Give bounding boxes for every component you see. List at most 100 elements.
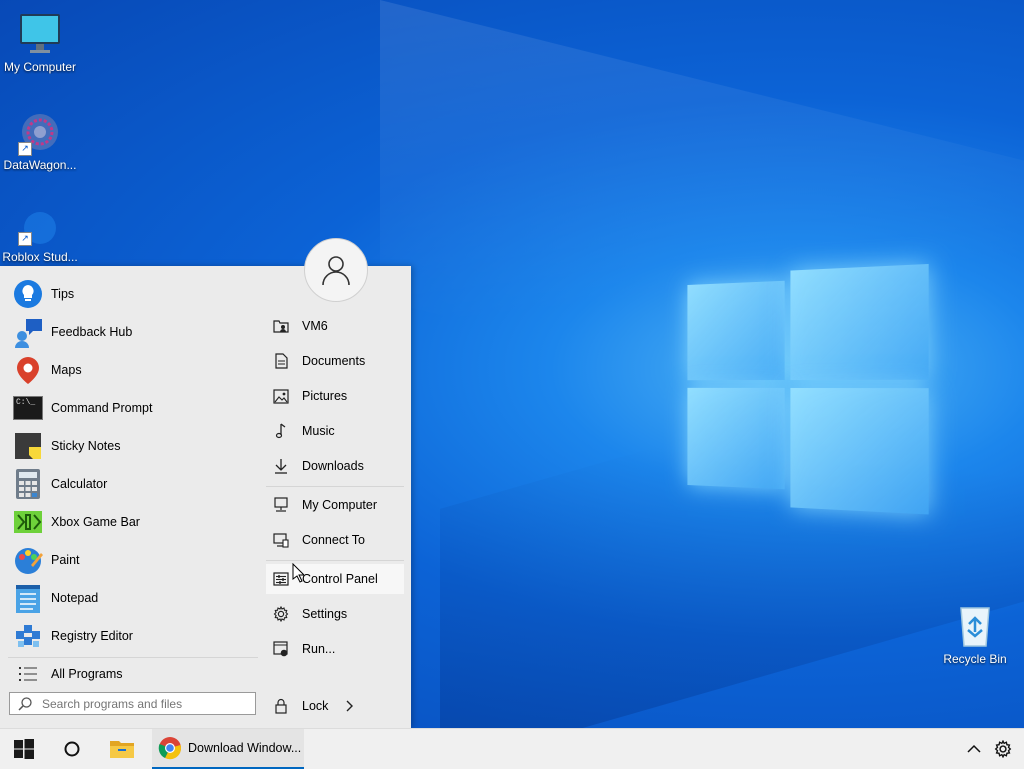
windows-logo-wallpaper <box>687 251 929 518</box>
map-pin-icon <box>12 354 44 386</box>
lightbulb-icon <box>12 278 44 310</box>
place-label: Connect To <box>302 533 366 547</box>
search-circle-button[interactable] <box>52 729 92 769</box>
lock-button[interactable]: Lock <box>266 691 366 721</box>
feedback-icon <box>12 316 44 348</box>
settings-tray-button[interactable] <box>988 729 1018 769</box>
place-label: Settings <box>302 607 348 621</box>
search-icon <box>10 696 40 711</box>
start-app-tips[interactable]: Tips <box>12 276 258 312</box>
mouse-cursor-icon <box>292 563 304 583</box>
sticky-note-icon <box>12 430 44 462</box>
place-pictures[interactable]: Pictures <box>266 381 404 411</box>
desktop-icon-label: Recycle Bin <box>943 652 1007 666</box>
file-explorer-button[interactable] <box>102 729 142 769</box>
place-control-panel[interactable]: Control Panel <box>266 564 404 594</box>
start-app-label: Calculator <box>51 477 108 491</box>
start-app-label: Feedback Hub <box>51 325 133 339</box>
chrome-icon <box>158 737 181 760</box>
start-app-label: Notepad <box>51 591 99 605</box>
gear-icon <box>994 740 1012 758</box>
folder-icon <box>110 741 134 758</box>
place-documents[interactable]: Documents <box>266 346 404 376</box>
place-settings[interactable]: Settings <box>266 599 404 629</box>
start-app-sticky-notes[interactable]: Sticky Notes <box>12 428 258 464</box>
chrome-window-title: Download Window... <box>188 741 302 755</box>
desktop-icon-label: DataWagon... <box>3 158 77 172</box>
start-app-label: Registry Editor <box>51 629 133 643</box>
user-folder-icon <box>270 317 292 335</box>
connect-icon <box>270 531 292 549</box>
place-label: Run... <box>302 642 336 656</box>
place-vm6[interactable]: VM6 <box>266 311 404 341</box>
all-programs-button[interactable]: All Programs <box>12 656 258 692</box>
start-app-label: Sticky Notes <box>51 439 121 453</box>
paint-icon <box>12 544 44 576</box>
place-run[interactable]: Run... <box>266 634 404 664</box>
music-note-icon <box>270 422 292 440</box>
place-label: VM6 <box>302 319 328 333</box>
start-menu-places: VM6 Documents Pictures Music Downloads M… <box>264 266 411 728</box>
control-panel-icon <box>270 570 292 588</box>
divider <box>266 560 404 561</box>
shortcut-arrow-icon: ↗ <box>18 142 32 156</box>
desktop-icon-roblox-studio[interactable]: ↗ Roblox Stud... <box>0 208 80 264</box>
place-label: Downloads <box>302 459 364 473</box>
calculator-icon <box>12 468 44 500</box>
download-icon <box>270 457 292 475</box>
desktop-icon-label: My Computer <box>3 60 77 74</box>
place-connect-to[interactable]: Connect To <box>266 525 404 555</box>
start-app-label: Xbox Game Bar <box>51 515 140 529</box>
start-app-maps[interactable]: Maps <box>12 352 258 388</box>
start-button[interactable] <box>4 729 44 769</box>
taskbar: Download Window... <box>0 728 1024 769</box>
place-music[interactable]: Music <box>266 416 404 446</box>
start-app-registry-editor[interactable]: Registry Editor <box>12 618 258 654</box>
place-label: Music <box>302 424 335 438</box>
search-input[interactable] <box>40 695 244 712</box>
desktop-icon-recycle-bin[interactable]: Recycle Bin <box>935 602 1015 666</box>
start-app-xbox-game-bar[interactable]: Xbox Game Bar <box>12 504 258 540</box>
start-app-paint[interactable]: Paint <box>12 542 258 578</box>
chevron-right-icon[interactable] <box>346 700 354 712</box>
place-my-computer[interactable]: My Computer <box>266 490 404 520</box>
start-app-command-prompt[interactable]: C:\_ Command Prompt <box>12 390 258 426</box>
registry-icon <box>12 620 44 652</box>
search-box[interactable] <box>9 692 256 715</box>
start-menu-app-list: Tips Feedback Hub Maps C:\_ Command Prom… <box>0 266 260 728</box>
place-label: Documents <box>302 354 366 368</box>
shortcut-arrow-icon: ↗ <box>18 232 32 246</box>
place-downloads[interactable]: Downloads <box>266 451 404 481</box>
start-app-label: Tips <box>51 287 75 301</box>
gear-icon <box>270 605 292 623</box>
user-avatar[interactable] <box>304 238 368 302</box>
app-icon: ↗ <box>16 108 64 156</box>
place-label: My Computer <box>302 498 378 512</box>
roblox-icon: ↗ <box>16 208 64 256</box>
xbox-icon <box>12 506 44 538</box>
start-app-feedback-hub[interactable]: Feedback Hub <box>12 314 258 350</box>
cortana-circle-icon <box>64 741 80 757</box>
windows-logo-icon <box>14 739 34 759</box>
run-icon <box>270 640 292 658</box>
document-icon <box>270 352 292 370</box>
lock-icon <box>270 697 292 715</box>
start-app-label: Paint <box>51 553 80 567</box>
desktop-icon-datawagon[interactable]: ↗ DataWagon... <box>0 108 80 172</box>
terminal-icon: C:\_ <box>12 392 44 424</box>
start-app-notepad[interactable]: Notepad <box>12 580 258 616</box>
notepad-icon <box>12 582 44 614</box>
chrome-taskbar-button[interactable]: Download Window... <box>152 729 304 769</box>
start-app-label: Maps <box>51 363 82 377</box>
desktop-icon-my-computer[interactable]: My Computer <box>0 10 80 74</box>
start-menu: Tips Feedback Hub Maps C:\_ Command Prom… <box>0 266 411 728</box>
start-app-calculator[interactable]: Calculator <box>12 466 258 502</box>
all-programs-label: All Programs <box>51 667 123 681</box>
show-hidden-icons-button[interactable] <box>960 729 988 769</box>
start-app-label: Command Prompt <box>51 401 153 415</box>
picture-icon <box>270 387 292 405</box>
divider <box>266 486 404 487</box>
lock-label: Lock <box>302 699 329 713</box>
place-label: Control Panel <box>302 572 378 586</box>
computer-icon <box>270 496 292 514</box>
